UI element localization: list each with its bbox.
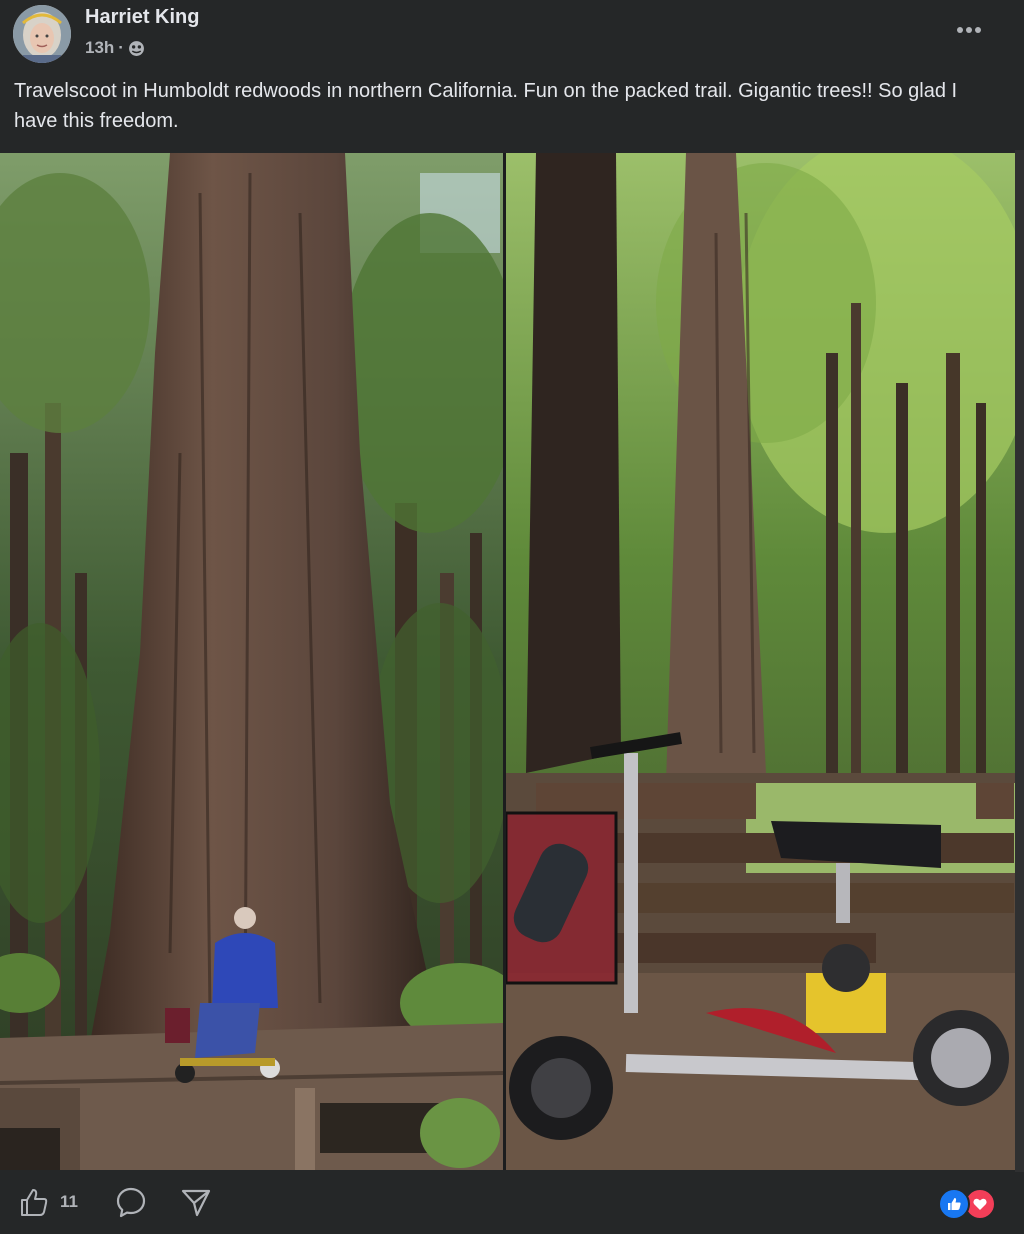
share-button[interactable]: [180, 1186, 212, 1218]
share-arrow-icon: [181, 1189, 211, 1217]
post-header: Harriet King 13h ·: [0, 0, 1024, 70]
photo-woman-on-scooter[interactable]: [0, 153, 503, 1170]
thumbs-up-icon: [21, 1189, 48, 1216]
post-meta: 13h ·: [85, 37, 145, 59]
post-time[interactable]: 13h: [85, 38, 114, 58]
photo-folded-scooter[interactable]: [506, 153, 1015, 1170]
like-button[interactable]: 11: [18, 1186, 78, 1218]
comment-bubble-icon: [116, 1187, 146, 1218]
avatar[interactable]: [13, 5, 71, 63]
post-actions: 11: [0, 1172, 1024, 1234]
globe-icon[interactable]: [128, 40, 145, 57]
photo-grid: [0, 153, 1015, 1170]
post-caption: Travelscoot in Humboldt redwoods in nort…: [14, 80, 958, 132]
more-dots-icon[interactable]: [952, 18, 986, 42]
like-reaction-icon: [938, 1188, 970, 1220]
comment-button[interactable]: [115, 1186, 147, 1218]
like-count: 11: [60, 1192, 78, 1211]
reaction-summary[interactable]: [938, 1188, 998, 1220]
scroll-edge: [1015, 150, 1024, 1172]
meta-separator: ·: [118, 38, 124, 57]
author-name[interactable]: Harriet King: [85, 6, 199, 29]
